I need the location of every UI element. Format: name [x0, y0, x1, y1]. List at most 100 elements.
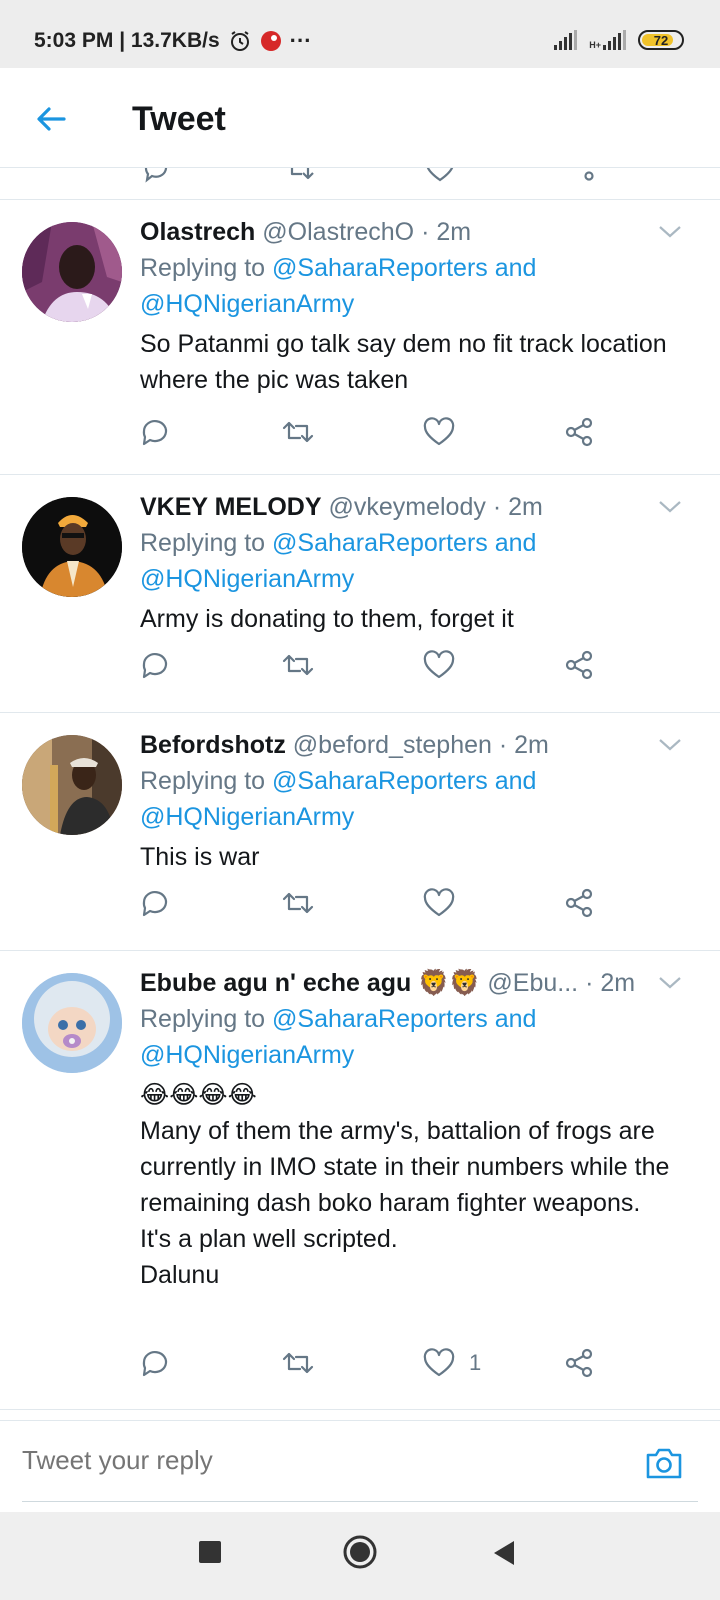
- retweet-button[interactable]: [280, 645, 316, 685]
- heart-icon[interactable]: [425, 168, 455, 184]
- tweet-actions: [140, 645, 610, 685]
- share-button[interactable]: [564, 412, 594, 452]
- signal-icon-2: [603, 30, 626, 50]
- retweet-icon[interactable]: [283, 168, 317, 184]
- notification-app-icon: [260, 31, 281, 51]
- battery-level: 72: [653, 32, 669, 48]
- chevron-down-icon[interactable]: [658, 737, 682, 753]
- like-button[interactable]: [423, 883, 469, 923]
- avatar[interactable]: [22, 222, 122, 322]
- avatar-image: [22, 973, 122, 1073]
- share-button[interactable]: [564, 645, 594, 685]
- retweet-button[interactable]: [280, 883, 316, 923]
- mention-link[interactable]: @HQNigerianArmy: [140, 803, 354, 831]
- share-icon: [565, 650, 593, 680]
- tweet-body: VKEY MELODY @vkeymelody · 2m Replying to…: [140, 489, 680, 637]
- reply-bar: [0, 1420, 720, 1510]
- reply-button[interactable]: [140, 883, 170, 923]
- tweet-body: Befordshotz @beford_stephen · 2m Replyin…: [140, 727, 680, 875]
- avatar-image: [22, 735, 122, 835]
- replying-prefix: Replying to: [140, 529, 266, 557]
- back-icon[interactable]: [492, 1540, 516, 1566]
- status-right: H+ 72: [554, 30, 684, 50]
- tweet-item[interactable]: Ebube agu n' eche agu 🦁🦁 @Ebu... · 2m Re…: [0, 951, 720, 1410]
- tweet-text: Many of them the army's, battalion of fr…: [140, 1117, 670, 1289]
- mention-link[interactable]: @HQNigerianArmy: [140, 290, 354, 318]
- retweet-icon: [282, 421, 314, 443]
- previous-tweet-actions: [0, 168, 720, 200]
- like-button[interactable]: [423, 645, 469, 685]
- heart-icon: [423, 1348, 455, 1377]
- recents-icon[interactable]: [198, 1540, 222, 1564]
- more-notifications-icon: ···: [289, 28, 312, 53]
- mention-link[interactable]: @SaharaReporters and: [272, 1005, 536, 1033]
- status-left: 5:03 PM | 13.7KB/s ···: [34, 28, 312, 54]
- reply-input[interactable]: [22, 1445, 582, 1476]
- share-button[interactable]: [564, 1343, 594, 1383]
- avatar[interactable]: [22, 735, 122, 835]
- display-name[interactable]: Ebube agu n' eche agu 🦁🦁: [140, 969, 480, 997]
- reply-underline: [22, 1501, 698, 1502]
- share-button[interactable]: [564, 883, 594, 923]
- like-button[interactable]: [423, 412, 469, 452]
- tweet-actions: [140, 883, 610, 923]
- avatar-image: [22, 222, 122, 322]
- avatar[interactable]: [22, 973, 122, 1073]
- display-name[interactable]: Befordshotz: [140, 731, 286, 759]
- replying-to: Replying to @SaharaReporters and @HQNige…: [140, 763, 680, 835]
- avatar-image: [22, 497, 122, 597]
- reply-icon: [142, 1351, 168, 1377]
- display-name[interactable]: VKEY MELODY: [140, 493, 322, 521]
- share-icon: [565, 1348, 593, 1378]
- replying-to: Replying to @SaharaReporters and @HQNige…: [140, 250, 680, 322]
- timestamp: · 2m: [492, 493, 543, 521]
- tweet-emoji: 😂😂😂😂: [140, 1081, 257, 1109]
- mention-link[interactable]: @SaharaReporters and: [272, 767, 536, 795]
- retweet-button[interactable]: [280, 1343, 316, 1383]
- share-icon[interactable]: [567, 168, 597, 184]
- timestamp: · 2m: [498, 731, 549, 759]
- handle[interactable]: @OlastrechO: [262, 218, 414, 246]
- chevron-down-icon[interactable]: [658, 975, 682, 991]
- camera-icon[interactable]: [644, 1443, 684, 1483]
- like-button[interactable]: 1: [423, 1343, 481, 1383]
- heart-icon: [423, 650, 455, 679]
- handle[interactable]: @vkeymelody: [328, 493, 485, 521]
- avatar[interactable]: [22, 497, 122, 597]
- reply-button[interactable]: [140, 1343, 170, 1383]
- status-time: 5:03 PM | 13.7KB/s: [34, 29, 220, 52]
- chevron-down-icon[interactable]: [658, 224, 682, 240]
- handle[interactable]: @Ebu...: [487, 969, 578, 997]
- heart-icon: [423, 417, 455, 446]
- heart-icon: [423, 888, 455, 917]
- handle[interactable]: @beford_stephen: [293, 731, 492, 759]
- replying-to: Replying to @SaharaReporters and @HQNige…: [140, 1001, 680, 1073]
- tweet-item[interactable]: VKEY MELODY @vkeymelody · 2m Replying to…: [0, 475, 720, 713]
- like-count: 1: [469, 1350, 482, 1375]
- mention-link[interactable]: @SaharaReporters and: [272, 529, 536, 557]
- page-title: Tweet: [132, 100, 226, 138]
- share-icon: [565, 417, 593, 447]
- tweet-item[interactable]: Olastrech @OlastrechO · 2m Replying to @…: [0, 200, 720, 475]
- reply-icon: [142, 653, 168, 679]
- replying-prefix: Replying to: [140, 1005, 266, 1033]
- status-bar: 5:03 PM | 13.7KB/s ··· H+ 72: [0, 0, 720, 68]
- display-name[interactable]: Olastrech: [140, 218, 255, 246]
- tweet-header: Olastrech @OlastrechO · 2m: [140, 214, 680, 250]
- battery-icon: 72: [638, 30, 684, 50]
- tweet-header: Ebube agu n' eche agu 🦁🦁 @Ebu... · 2m: [140, 965, 680, 1001]
- retweet-icon: [282, 892, 314, 914]
- reply-button[interactable]: [140, 412, 170, 452]
- home-icon[interactable]: [342, 1534, 378, 1570]
- back-arrow-icon[interactable]: [34, 102, 68, 136]
- mention-link[interactable]: @HQNigerianArmy: [140, 565, 354, 593]
- reply-button[interactable]: [140, 645, 170, 685]
- reply-icon[interactable]: [140, 168, 170, 184]
- tweet-item[interactable]: Befordshotz @beford_stephen · 2m Replyin…: [0, 713, 720, 951]
- replying-prefix: Replying to: [140, 254, 266, 282]
- retweet-icon: [282, 1352, 314, 1374]
- mention-link[interactable]: @SaharaReporters and: [272, 254, 536, 282]
- chevron-down-icon[interactable]: [658, 499, 682, 515]
- retweet-button[interactable]: [280, 412, 316, 452]
- mention-link[interactable]: @HQNigerianArmy: [140, 1041, 354, 1069]
